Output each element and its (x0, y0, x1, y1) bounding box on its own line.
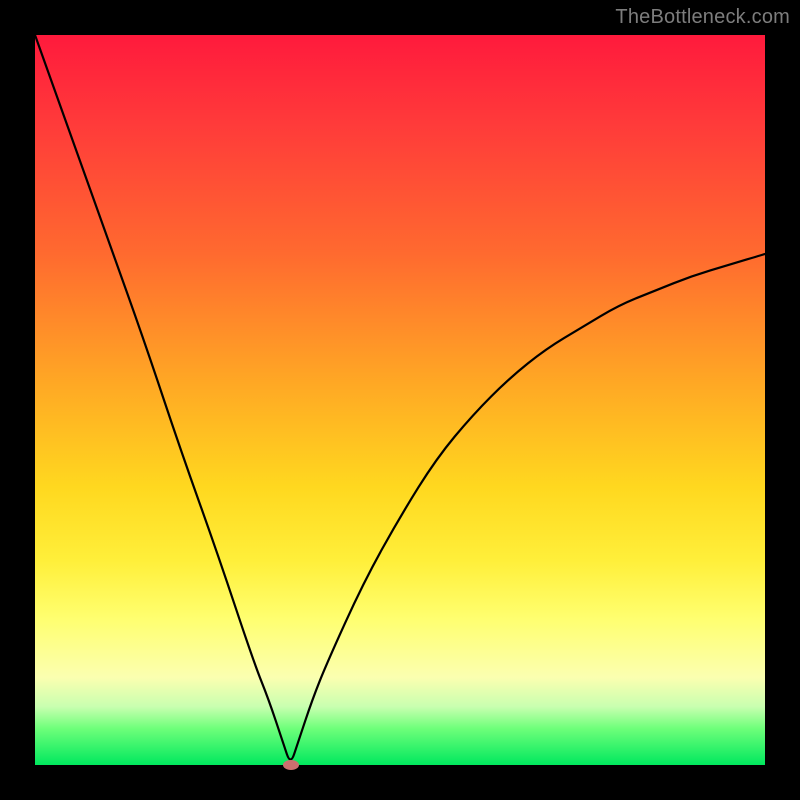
bottleneck-curve (35, 35, 765, 765)
minimum-marker (283, 760, 299, 770)
attribution-text: TheBottleneck.com (615, 6, 790, 29)
chart-stage: TheBottleneck.com (0, 0, 800, 800)
plot-area (35, 35, 765, 765)
